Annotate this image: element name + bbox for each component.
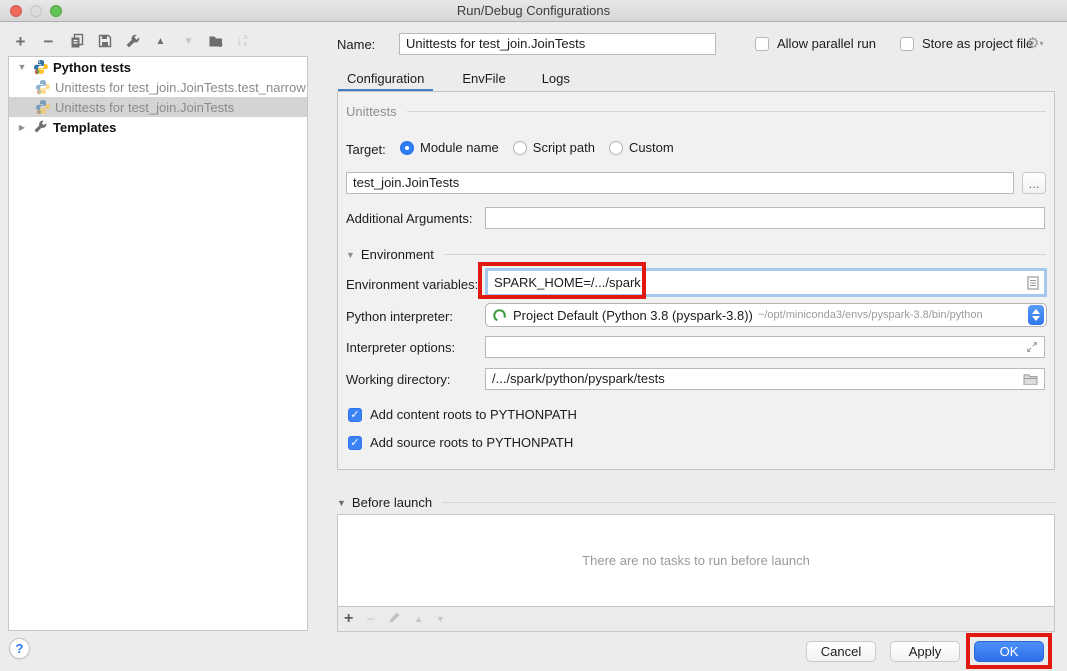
browse-module-button[interactable]: ...	[1022, 172, 1046, 194]
add-source-roots-checkbox[interactable]: ✓ Add source roots to PYTHONPATH	[348, 435, 573, 450]
tree-item-templates[interactable]: ▶ Templates	[9, 117, 307, 137]
expand-field-icon[interactable]	[1026, 341, 1038, 353]
move-task-up-icon[interactable]: ▲	[414, 614, 423, 624]
tree-item-label: Python tests	[53, 60, 131, 75]
save-configuration-icon[interactable]	[96, 33, 113, 50]
interpreter-options-label: Interpreter options:	[346, 340, 455, 355]
tree-item-label: Templates	[53, 120, 116, 135]
configurations-toolbar: + − ▲ ▼ ↓ az	[12, 31, 247, 51]
help-button[interactable]: ?	[9, 638, 30, 659]
before-launch-empty-message: There are no tasks to run before launch	[338, 515, 1054, 607]
tree-item-label: Unittests for test_join.JoinTests	[55, 100, 234, 115]
tab-bar: Configuration EnvFile Logs	[338, 66, 579, 92]
working-directory-label: Working directory:	[346, 372, 451, 387]
store-as-project-file-checkbox[interactable]: Store as project file	[900, 36, 1033, 51]
tree-item-python-tests[interactable]: ▼ Python tests	[9, 57, 307, 77]
name-input[interactable]: Unittests for test_join.JoinTests	[399, 33, 716, 55]
store-as-project-file-label: Store as project file	[922, 36, 1033, 51]
templates-wrench-icon	[33, 119, 49, 135]
tree-item-label: Unittests for test_join.JoinTests.test_n…	[55, 80, 306, 95]
python-test-icon	[35, 99, 51, 115]
browse-variables-icon[interactable]	[1022, 276, 1044, 290]
collapse-triangle-icon[interactable]: ▼	[337, 498, 346, 508]
tab-configuration[interactable]: Configuration	[338, 66, 433, 92]
configurations-tree: ▼ Python tests Unittests for test_join.J…	[8, 56, 308, 631]
edit-templates-icon[interactable]	[124, 33, 141, 50]
working-directory-input[interactable]: /.../spark/python/pyspark/tests	[485, 368, 1045, 390]
add-task-icon[interactable]: +	[344, 610, 353, 628]
chevron-right-icon[interactable]: ▶	[15, 123, 29, 132]
unittests-group-label: Unittests	[346, 104, 397, 119]
python-interpreter-select[interactable]: Project Default (Python 3.8 (pyspark-3.8…	[485, 303, 1047, 327]
edit-task-icon[interactable]	[388, 611, 401, 627]
checkbox-unchecked[interactable]	[900, 37, 914, 51]
environment-variables-input[interactable]: SPARK_HOME=/.../spark	[485, 268, 1047, 297]
move-up-icon[interactable]: ▲	[152, 33, 169, 50]
target-label: Target:	[346, 142, 386, 157]
interpreter-options-input[interactable]	[485, 336, 1045, 358]
tab-logs[interactable]: Logs	[533, 66, 579, 92]
ok-button[interactable]: OK	[974, 641, 1044, 662]
python-interpreter-value: Project Default (Python 3.8 (pyspark-3.8…	[513, 308, 753, 323]
run-debug-configurations-dialog: Run/Debug Configurations + − ▲ ▼ ↓ az ▼	[0, 0, 1067, 671]
additional-arguments-input[interactable]	[485, 207, 1045, 229]
environment-variables-label: Environment variables:	[346, 277, 478, 292]
environment-group-header[interactable]: ▼ Environment	[346, 247, 1046, 262]
radio-module-name[interactable]	[400, 141, 414, 155]
python-interpreter-path: ~/opt/miniconda3/envs/pyspark-3.8/bin/py…	[758, 309, 1024, 321]
radio-script-path[interactable]	[513, 141, 527, 155]
before-launch-toolbar: + − ▲ ▼	[338, 607, 1054, 631]
add-source-roots-label: Add source roots to PYTHONPATH	[370, 435, 573, 450]
radio-custom-label: Custom	[629, 140, 674, 155]
gear-icon[interactable]: ⚙▾	[1026, 34, 1043, 52]
conda-environment-icon	[492, 308, 507, 323]
checkbox-unchecked[interactable]	[755, 37, 769, 51]
python-tests-icon	[33, 59, 49, 75]
folder-icon[interactable]	[1023, 373, 1038, 385]
name-label: Name:	[337, 37, 375, 52]
radio-module-name-label: Module name	[420, 140, 499, 155]
remove-configuration-icon[interactable]: −	[40, 33, 57, 50]
before-launch-label: Before launch	[352, 495, 432, 510]
move-task-down-icon[interactable]: ▼	[436, 614, 445, 624]
copy-configuration-icon[interactable]	[68, 33, 85, 50]
tree-item-jointests-selected[interactable]: Unittests for test_join.JoinTests	[9, 97, 307, 117]
tab-envfile[interactable]: EnvFile	[453, 66, 514, 92]
radio-custom[interactable]	[609, 141, 623, 155]
move-down-icon[interactable]: ▼	[180, 33, 197, 50]
checkbox-checked[interactable]: ✓	[348, 408, 362, 422]
cancel-button[interactable]: Cancel	[806, 641, 876, 662]
sort-alphabetically-icon[interactable]: ↓ az	[236, 34, 247, 48]
add-configuration-icon[interactable]: +	[12, 33, 29, 50]
radio-script-path-label: Script path	[533, 140, 595, 155]
unittests-group-header: Unittests	[346, 104, 1046, 119]
remove-task-icon[interactable]: −	[366, 611, 375, 628]
apply-button[interactable]: Apply	[890, 641, 960, 662]
before-launch-list: There are no tasks to run before launch …	[337, 514, 1055, 632]
environment-group-label: Environment	[361, 247, 434, 262]
configuration-panel: Unittests Target: Module name Script pat…	[337, 91, 1055, 470]
add-content-roots-label: Add content roots to PYTHONPATH	[370, 407, 577, 422]
add-content-roots-checkbox[interactable]: ✓ Add content roots to PYTHONPATH	[348, 407, 577, 422]
checkbox-checked[interactable]: ✓	[348, 436, 362, 450]
additional-arguments-label: Additional Arguments:	[346, 211, 472, 226]
title-bar: Run/Debug Configurations	[0, 0, 1067, 22]
target-radio-group: Module name Script path Custom	[400, 140, 674, 155]
allow-parallel-run-label: Allow parallel run	[777, 36, 876, 51]
python-test-icon	[35, 79, 51, 95]
before-launch-header[interactable]: ▼ Before launch	[337, 495, 1055, 510]
chevron-down-icon[interactable]: ▼	[15, 62, 29, 72]
dropdown-stepper-icon[interactable]	[1028, 305, 1044, 325]
python-interpreter-label: Python interpreter:	[346, 309, 453, 324]
module-name-input[interactable]: test_join.JoinTests	[346, 172, 1014, 194]
window-title: Run/Debug Configurations	[0, 3, 1067, 18]
allow-parallel-run-checkbox[interactable]: Allow parallel run	[755, 36, 876, 51]
new-folder-icon[interactable]	[208, 33, 225, 50]
collapse-triangle-icon[interactable]: ▼	[346, 250, 355, 260]
tree-item-test-narrow[interactable]: Unittests for test_join.JoinTests.test_n…	[9, 77, 307, 97]
